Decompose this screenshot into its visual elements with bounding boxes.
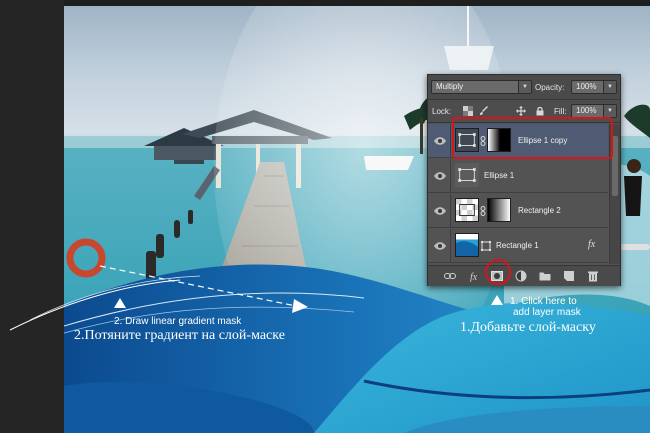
left-dark-margin xyxy=(0,0,64,433)
chevron-down-icon: ▼ xyxy=(603,105,616,117)
eye-visibility-icon[interactable] xyxy=(434,241,446,251)
blend-mode-dropdown[interactable]: Multiply ▼ xyxy=(431,80,532,94)
layers-footer-toolbar: fx xyxy=(428,265,620,286)
fill-label: Fill: xyxy=(554,107,567,116)
layer-row-ellipse-1[interactable]: Ellipse 1 xyxy=(428,159,608,193)
step2-marker-icon xyxy=(114,298,126,308)
step1-russian-label: 1.Добавьте слой-маску xyxy=(460,320,596,335)
layer-row-rectangle-1[interactable]: Rectangle 1 fx xyxy=(428,229,608,263)
opacity-label: Opacity: xyxy=(535,83,565,92)
layer-effects-fx-badge[interactable]: fx xyxy=(588,239,595,250)
layer-name: Ellipse 1 xyxy=(484,171,515,180)
adjustment-layer-icon[interactable] xyxy=(515,270,527,282)
fill-value: 100% xyxy=(576,106,597,115)
selected-layer-highlight xyxy=(452,117,613,159)
link-layers-icon[interactable] xyxy=(444,270,456,282)
new-layer-icon[interactable] xyxy=(563,270,575,282)
shape-layer-thumbnail-icon[interactable] xyxy=(455,163,479,187)
lock-all-icon[interactable] xyxy=(535,106,545,116)
eye-visibility-icon[interactable] xyxy=(434,171,446,181)
layer-mask-thumbnail-icon[interactable] xyxy=(487,198,511,222)
row-divider xyxy=(450,124,451,158)
step1-marker-icon xyxy=(491,295,503,305)
screenshot-canvas: 2. Draw linear gradient mask 2.Потяните … xyxy=(0,0,650,433)
step2-russian-label: 2.Потяните градиент на слой-маске xyxy=(74,328,285,343)
eye-visibility-icon[interactable] xyxy=(434,136,446,146)
shape-layer-thumbnail-icon[interactable] xyxy=(455,233,479,257)
lock-position-move-icon[interactable] xyxy=(516,106,526,116)
step1-english-line2: add layer mask xyxy=(513,307,581,318)
delete-layer-trash-icon[interactable] xyxy=(587,270,599,282)
row-divider xyxy=(450,159,451,193)
lock-image-brush-icon[interactable] xyxy=(479,106,489,116)
blend-opacity-row: Multiply ▼ Opacity: 100% ▼ xyxy=(428,75,620,100)
eye-visibility-icon[interactable] xyxy=(434,206,446,216)
blend-mode-value: Multiply xyxy=(436,82,464,91)
add-mask-button-highlight xyxy=(485,259,511,285)
row-divider xyxy=(450,229,451,263)
layer-name: Rectangle 2 xyxy=(518,206,561,215)
layer-name: Rectangle 1 xyxy=(496,241,539,250)
opacity-value: 100% xyxy=(576,82,597,91)
layers-panel: Multiply ▼ Opacity: 100% ▼ Lock: Fill: 1… xyxy=(427,74,621,286)
new-group-folder-icon[interactable] xyxy=(539,270,551,282)
mask-link-chain-icon[interactable] xyxy=(480,206,486,216)
lock-label: Lock: xyxy=(432,107,452,116)
step2-english-label: 2. Draw linear gradient mask xyxy=(114,316,242,327)
chevron-down-icon: ▼ xyxy=(518,81,531,93)
svg-text:fx: fx xyxy=(470,272,478,282)
fx-layer-style-icon[interactable]: fx xyxy=(469,270,481,282)
lock-transparency-icon[interactable] xyxy=(463,106,473,116)
row-divider xyxy=(450,194,451,228)
shape-layer-thumbnail-icon[interactable] xyxy=(455,198,479,222)
vector-mask-icon[interactable] xyxy=(480,240,492,252)
step1-english-line1: 1. Click here to xyxy=(510,296,577,307)
chevron-down-icon: ▼ xyxy=(603,81,616,93)
fill-field[interactable]: 100% ▼ xyxy=(571,104,617,118)
layer-row-rectangle-2[interactable]: Rectangle 2 xyxy=(428,194,608,228)
opacity-field[interactable]: 100% ▼ xyxy=(571,80,617,94)
